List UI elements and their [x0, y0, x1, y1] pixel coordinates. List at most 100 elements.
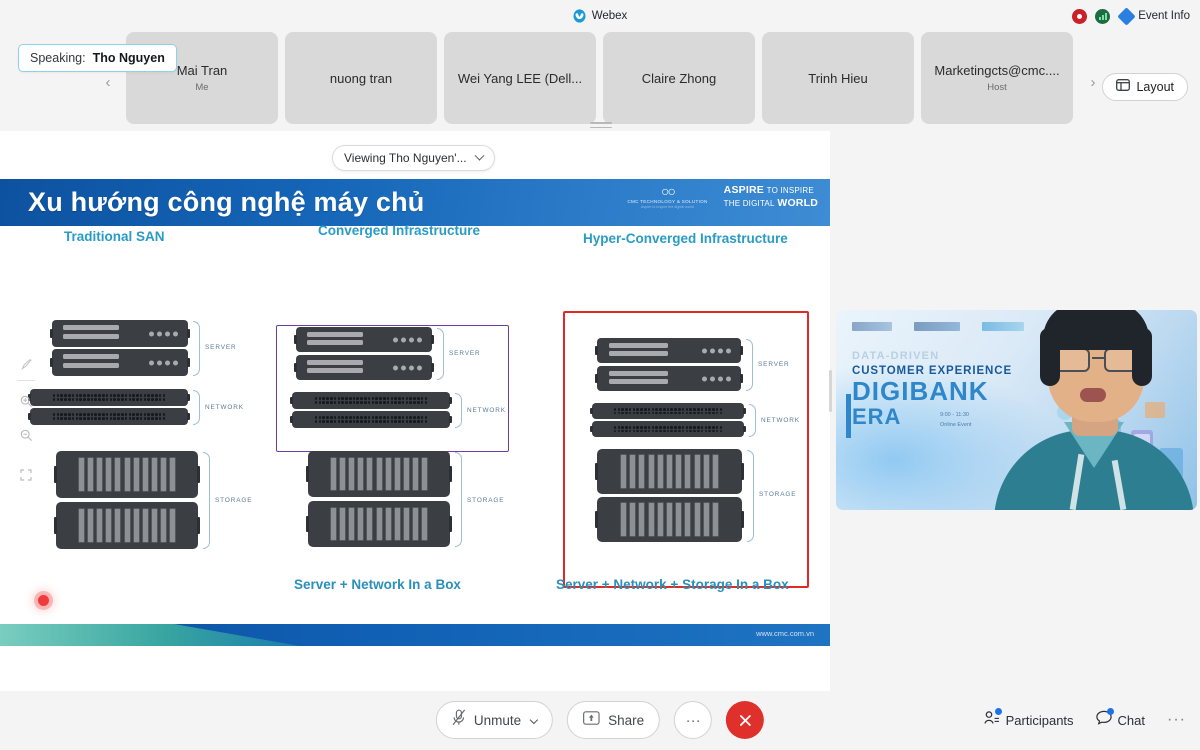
vb-accent-bar [846, 394, 851, 438]
participant-tile[interactable]: Marketingcts@cmc.... Host [921, 32, 1073, 124]
storage-array [306, 501, 452, 547]
secondary-controls: Participants Chat ··· [983, 708, 1186, 730]
participant-name: Marketingcts@cmc.... [934, 63, 1060, 78]
active-speaker-video[interactable]: DATA-DRIVEN CUSTOMER EXPERIENCE DIGIBANK… [836, 310, 1197, 510]
toolbar-divider [17, 380, 35, 381]
zoom-in-tool[interactable] [14, 387, 38, 415]
participant-tile[interactable]: Claire Zhong [603, 32, 755, 124]
server-unit [595, 366, 743, 391]
unmute-label: Unmute [473, 712, 522, 728]
top-bar-right-controls: Event Info [1072, 0, 1190, 32]
cmc-mark-glyph: ○○ [661, 183, 676, 199]
annotate-pointer-tool[interactable] [14, 350, 38, 378]
sponsor-logo-icon [914, 322, 960, 331]
viewing-selector[interactable]: Viewing Tho Nguyen'... [332, 145, 495, 171]
tagline-world: WORLD [777, 196, 818, 209]
microphone-muted-icon [452, 709, 466, 731]
primary-controls: Unmute Share ··· [435, 701, 765, 739]
group-label-server: SERVER [758, 361, 790, 368]
participant-filmstrip: Mai Tran Me nuong tran Wei Yang LEE (Del… [0, 32, 1200, 130]
audio-options-chevron-icon[interactable] [529, 715, 539, 725]
end-meeting-button[interactable] [726, 701, 765, 739]
viewing-label: Viewing Tho Nguyen'... [344, 151, 467, 165]
layout-button[interactable]: Layout [1102, 73, 1188, 101]
storage-brace [203, 452, 210, 549]
filmstrip-drag-handle[interactable] [590, 122, 612, 131]
fit-to-screen-tool[interactable] [14, 461, 38, 489]
storage-array [595, 449, 744, 494]
chat-button[interactable]: Chat [1095, 708, 1145, 730]
slide-title: Xu hướng công nghệ máy chủ [28, 187, 425, 217]
server-brace [193, 321, 200, 376]
event-info-diamond-icon [1117, 6, 1136, 26]
network-brace [193, 390, 200, 425]
aspire-tagline: ASPIRE TO INSPIRE THE DIGITAL WORLD [724, 184, 818, 208]
network-switch [290, 392, 452, 409]
shared-content-stage: Viewing Tho Nguyen'... Xu hướng công ngh… [0, 131, 830, 691]
share-screen-icon [583, 710, 600, 730]
network-quality-icon[interactable] [1095, 8, 1111, 24]
server-unit [50, 320, 190, 347]
layout-grid-icon [1116, 78, 1131, 96]
group-label-storage: STORAGE [467, 497, 505, 504]
network-switch [28, 408, 190, 425]
secondary-overflow-button[interactable]: ··· [1167, 711, 1186, 729]
meeting-controls-bar: Unmute Share ··· Participants Chat ··· [0, 691, 1200, 750]
participants-notification-dot [994, 708, 1002, 715]
stage-resize-handle[interactable] [829, 370, 832, 412]
storage-array [54, 451, 200, 498]
slide-footer-wave [0, 624, 300, 646]
storage-array [54, 502, 200, 549]
group-label-storage: STORAGE [215, 497, 253, 504]
slide-brand: ○○ CMC TECHNOLOGY & SOLUTION Aspire to i… [627, 184, 818, 209]
share-button[interactable]: Share [567, 701, 661, 739]
server-unit [294, 355, 434, 380]
participants-label: Participants [1005, 712, 1074, 728]
participant-name: Trinh Hieu [808, 70, 868, 86]
network-brace [749, 404, 756, 437]
active-speaker-name: Tho Nguyen [92, 51, 165, 65]
app-name: Webex [591, 10, 628, 22]
server-unit [595, 338, 743, 363]
network-switch [290, 411, 452, 428]
event-info-label: Event Info [1138, 10, 1190, 22]
participant-tile[interactable]: Wei Yang LEE (Dell... [444, 32, 596, 124]
slide-footer: www.cmc.com.vn [0, 624, 830, 646]
unmute-button[interactable]: Unmute [435, 701, 554, 739]
vb-details: 9:00 - 11:30 Online Event [940, 410, 972, 431]
filmstrip-next-arrow[interactable]: › [1085, 74, 1101, 91]
more-options-button[interactable]: ··· [674, 701, 713, 739]
group-label-server: SERVER [205, 344, 237, 351]
storage-brace [455, 452, 462, 547]
webex-meeting-window: Webex Event Info Mai Tran Me nuong tran … [0, 0, 1200, 750]
filmstrip-prev-arrow[interactable]: ‹ [100, 74, 116, 91]
participant-name: nuong tran [329, 70, 393, 86]
column-heading-hyperconverged: Hyper-Converged Infrastructure [583, 231, 788, 246]
event-info-button[interactable]: Event Info [1117, 6, 1190, 26]
sponsor-logo-icon [852, 322, 892, 331]
chevron-down-icon [474, 150, 485, 161]
network-switch [590, 421, 746, 437]
record-icon[interactable] [1072, 8, 1088, 24]
column-heading-converged: Converged Infrastructure [318, 223, 481, 238]
slide-footer-url: www.cmc.com.vn [756, 629, 814, 638]
participant-role: Host [987, 82, 1007, 93]
participants-button[interactable]: Participants [983, 708, 1074, 730]
network-brace [455, 393, 462, 428]
participant-name: Wei Yang LEE (Dell... [457, 70, 583, 86]
participant-name: Mai Tran [176, 63, 228, 78]
vb-detail-mode: Online Event [940, 422, 972, 429]
active-speaker-badge: Speaking: Tho Nguyen [18, 44, 177, 72]
server-brace [746, 339, 753, 391]
annotation-laser-pointer [38, 595, 49, 606]
participant-role: Me [195, 82, 209, 93]
zoom-out-tool[interactable] [14, 421, 38, 449]
participant-tile[interactable]: nuong tran [285, 32, 437, 124]
group-label-network: NETWORK [467, 407, 506, 414]
chat-notification-dot [1106, 708, 1114, 715]
participant-tile[interactable]: Trinh Hieu [762, 32, 914, 124]
presentation-slide: Xu hướng công nghệ máy chủ ○○ CMC TECHNO… [0, 179, 830, 646]
server-unit [50, 349, 190, 376]
vb-detail-time: 9:00 - 11:30 [940, 412, 969, 418]
share-label: Share [608, 712, 645, 728]
